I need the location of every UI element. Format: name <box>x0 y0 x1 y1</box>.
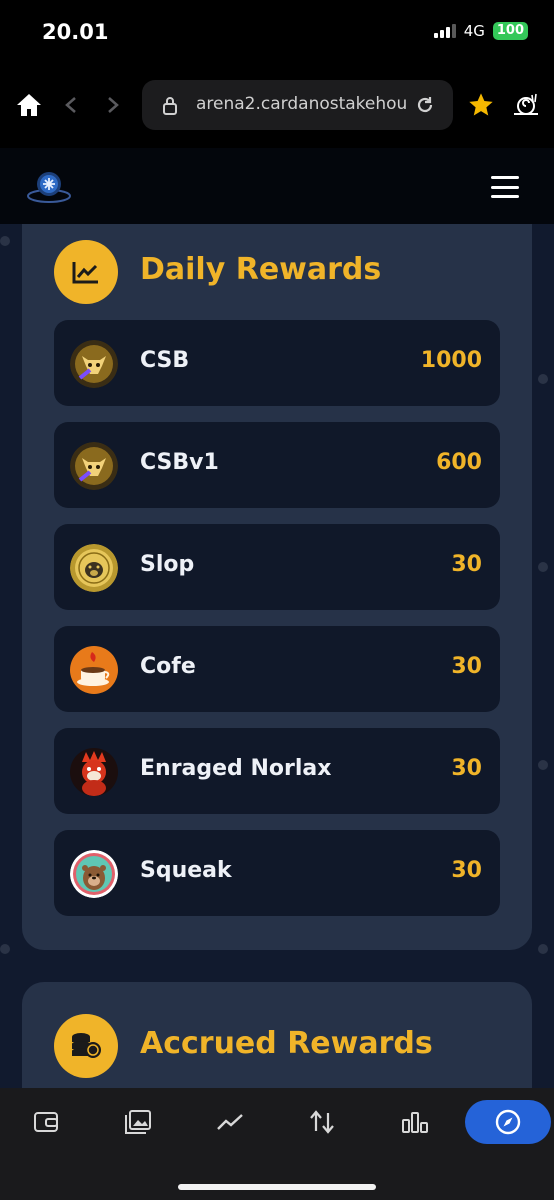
reward-name: Enraged Norlax <box>140 756 332 781</box>
lock-icon <box>160 94 180 116</box>
bottom-navigation <box>0 1088 554 1200</box>
gallery-icon[interactable] <box>118 1104 158 1140</box>
golden-bull-token-icon <box>70 340 118 388</box>
reward-value: 30 <box>451 858 482 883</box>
reward-name: CSB <box>140 348 190 373</box>
beaver-token-icon <box>70 850 118 898</box>
reload-icon[interactable] <box>414 94 436 116</box>
reward-row-cofe[interactable]: Cofe 30 <box>54 626 500 712</box>
red-creature-token-icon <box>70 748 118 796</box>
status-bar: 20.01 4G 100 <box>0 0 554 62</box>
golden-bull-token-icon <box>70 442 118 490</box>
decor-dot <box>538 760 548 770</box>
signal-icon <box>433 24 456 38</box>
coffee-cup-token-icon <box>70 646 118 694</box>
reward-value: 600 <box>436 450 482 475</box>
decor-dot <box>538 374 548 384</box>
site-logo[interactable] <box>26 164 72 208</box>
hamburger-menu-icon[interactable] <box>491 176 519 198</box>
battery-indicator: 100 <box>492 22 528 40</box>
reward-row-squeak[interactable]: Squeak 30 <box>54 830 500 916</box>
status-time: 20.01 <box>42 20 109 44</box>
reward-value: 30 <box>451 756 482 781</box>
back-icon[interactable] <box>60 94 82 116</box>
swap-icon[interactable] <box>302 1104 342 1140</box>
reward-row-csb[interactable]: CSB 1000 <box>54 320 500 406</box>
trend-chart-icon <box>54 240 118 304</box>
url-text: arena2.cardanostakehouse <box>196 94 406 114</box>
reward-value: 30 <box>451 654 482 679</box>
daily-rewards-panel: Daily Rewards CSB 1000 CSBv1 600 Slop 30 <box>22 224 532 950</box>
gold-boar-coin-icon <box>70 544 118 592</box>
reward-name: Squeak <box>140 858 232 883</box>
reward-name: Cofe <box>140 654 196 679</box>
home-icon[interactable] <box>14 90 44 120</box>
decor-dot <box>0 236 10 246</box>
panel-title: Accrued Rewards <box>140 1026 433 1061</box>
decor-dot <box>538 562 548 572</box>
reward-value: 1000 <box>420 348 482 373</box>
browser-toolbar: arena2.cardanostakehouse <box>0 62 554 148</box>
reward-row-enraged-norlax[interactable]: Enraged Norlax 30 <box>54 728 500 814</box>
decor-dot <box>0 944 10 954</box>
home-indicator <box>178 1184 376 1190</box>
reward-name: CSBv1 <box>140 450 219 475</box>
network-label: 4G <box>463 22 485 40</box>
reward-value: 30 <box>451 552 482 577</box>
status-indicators: 4G 100 <box>433 22 528 40</box>
reward-row-csbv1[interactable]: CSBv1 600 <box>54 422 500 508</box>
star-icon[interactable] <box>466 90 496 120</box>
bar-chart-icon[interactable] <box>395 1104 435 1140</box>
coin-stack-icon <box>54 1014 118 1078</box>
address-bar[interactable]: arena2.cardanostakehouse <box>142 80 453 130</box>
panel-title: Daily Rewards <box>140 252 382 287</box>
wallet-icon[interactable] <box>26 1104 66 1140</box>
forward-icon[interactable] <box>102 94 124 116</box>
site-header <box>0 148 554 224</box>
snail-icon[interactable] <box>510 90 542 120</box>
compass-icon[interactable] <box>465 1100 551 1144</box>
chart-line-icon[interactable] <box>210 1104 250 1140</box>
decor-dot <box>538 944 548 954</box>
reward-row-slop[interactable]: Slop 30 <box>54 524 500 610</box>
reward-name: Slop <box>140 552 195 577</box>
main-content: Daily Rewards CSB 1000 CSBv1 600 Slop 30 <box>0 224 554 1088</box>
accrued-rewards-panel: Accrued Rewards <box>22 982 532 1088</box>
